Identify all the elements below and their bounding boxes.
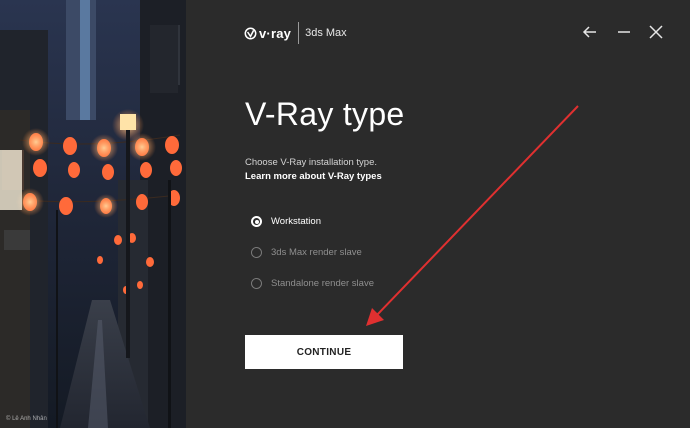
minimize-button[interactable] (616, 24, 632, 40)
logo-divider (298, 22, 300, 44)
photo-credit: © Lê Anh Nhân (6, 416, 47, 422)
street-photo: © Lê Anh Nhân (0, 0, 186, 428)
brand-name: v·ray (259, 25, 292, 41)
option-workstation[interactable]: Workstation (251, 216, 321, 227)
option-standalone-render-slave[interactable]: Standalone render slave (251, 278, 374, 289)
option-3dsmax-render-slave[interactable]: 3ds Max render slave (251, 247, 362, 258)
page-subtitle: Choose V-Ray installation type. (245, 157, 378, 168)
close-button[interactable] (648, 24, 664, 40)
option-label: 3ds Max render slave (271, 247, 362, 258)
brand-logo: v·ray 3ds Max (244, 22, 347, 44)
option-label: Workstation (271, 216, 321, 227)
radio-workstation[interactable] (251, 216, 262, 227)
minimize-icon (618, 31, 630, 33)
product-name: 3ds Max (305, 27, 347, 39)
close-icon (649, 25, 663, 39)
street-photo-illustration (0, 0, 186, 428)
vray-logo: v·ray (244, 26, 291, 41)
installer-window: © Lê Anh Nhân v·ray 3ds Max V-Ray type C… (0, 0, 690, 428)
back-button[interactable] (582, 24, 598, 40)
arrow-left-icon (582, 26, 596, 38)
page-title: V-Ray type (245, 96, 405, 132)
continue-button[interactable]: CONTINUE (245, 335, 403, 369)
option-label: Standalone render slave (271, 278, 374, 289)
radio-standalone-render-slave[interactable] (251, 278, 262, 289)
radio-3dsmax-render-slave[interactable] (251, 247, 262, 258)
learn-more-link[interactable]: Learn more about V-Ray types (245, 171, 382, 182)
vray-mark-icon (244, 27, 257, 39)
